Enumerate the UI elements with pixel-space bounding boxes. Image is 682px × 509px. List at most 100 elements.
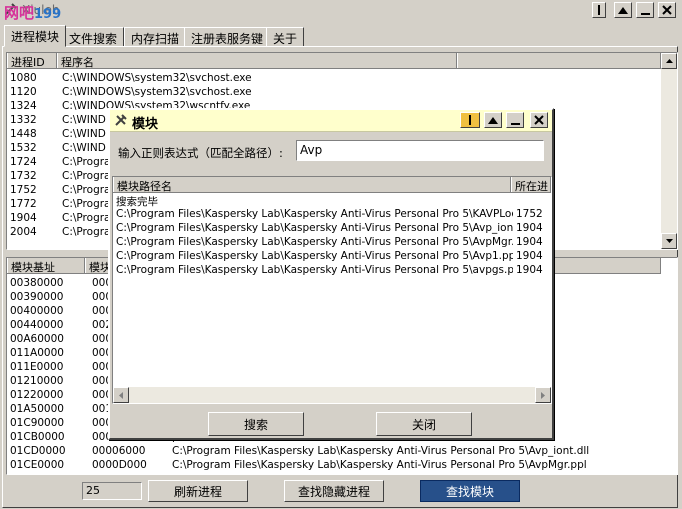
module-base: 01A50000: [10, 403, 64, 415]
module-base: 011E0000: [10, 361, 64, 373]
dialog-search-button[interactable]: 搜索: [208, 412, 304, 436]
regex-input-value: Avp: [300, 143, 323, 157]
tab-label: 内存扫描: [131, 32, 180, 46]
tab-file-search[interactable]: 文件搜索: [62, 27, 125, 47]
col-program-name[interactable]: 程序名: [57, 53, 457, 68]
module-base: 01CD0000: [10, 445, 66, 457]
result-module-path: C:\Program Files\Kaspersky Lab\Kaspersky…: [116, 236, 513, 248]
dialog-close-action-button[interactable]: 关闭: [376, 412, 472, 436]
main-restore-button[interactable]: [592, 2, 606, 18]
col-extra[interactable]: [457, 53, 661, 68]
process-id: 1772: [10, 198, 37, 210]
process-id: 1732: [10, 170, 37, 182]
result-process-id: 1904: [516, 250, 543, 262]
dialog-drop-button[interactable]: [460, 112, 480, 128]
col-module-path-name[interactable]: 模块路径名: [113, 177, 511, 192]
dialog-hscrollbar[interactable]: [113, 387, 551, 403]
process-id: 1120: [10, 86, 37, 98]
process-id: 1324: [10, 100, 37, 112]
result-row[interactable]: C:\Program Files\Kaspersky Lab\Kaspersky…: [113, 263, 551, 277]
main-title-bar: Xiuleh 网吧199: [0, 0, 682, 22]
program-name: C:\WINDOWS\system32\svchost.exe: [62, 72, 252, 84]
result-row[interactable]: C:\Program Files\Kaspersky Lab\Kaspersky…: [113, 221, 551, 235]
result-module-path: C:\Program Files\Kaspersky Lab\Kaspersky…: [116, 250, 513, 262]
find-hidden-process-button[interactable]: 查找隐藏进程: [284, 480, 384, 502]
tab-process-module[interactable]: 进程模块: [4, 25, 67, 47]
module-row[interactable]: 01CE0000 0000D000 C:\Program Files\Kaspers…: [7, 458, 677, 472]
find-hidden-process-label: 查找隐藏进程: [297, 484, 370, 499]
process-count-field: 25: [82, 482, 142, 500]
tab-label: 关于: [273, 32, 298, 46]
module-base: 00A60000: [10, 333, 64, 345]
dialog-close-button[interactable]: [530, 112, 548, 128]
process-count: 25: [86, 484, 100, 497]
module-base: 01210000: [10, 375, 64, 387]
module-size: 00006000: [92, 445, 146, 457]
scroll-left-button[interactable]: [113, 387, 129, 403]
scroll-right-button[interactable]: [535, 387, 551, 403]
tab-label: 注册表服务键: [191, 32, 264, 46]
process-id: 1724: [10, 156, 37, 168]
process-list-scrollbar[interactable]: [661, 53, 677, 249]
module-path: C:\Program Files\Kaspersky Lab\Kaspersky…: [172, 445, 590, 457]
module-base: 00390000: [10, 291, 64, 303]
refresh-process-button[interactable]: 刷新进程: [148, 480, 248, 502]
col-module-base[interactable]: 模块基址: [7, 258, 85, 273]
process-id: 1448: [10, 128, 37, 140]
program-name: C:\WINDOWS\system32\svchost.exe: [62, 86, 252, 98]
process-id: 1532: [10, 142, 37, 154]
watermark-digits: 199: [34, 7, 62, 22]
process-id: 1752: [10, 184, 37, 196]
refresh-process-label: 刷新进程: [173, 484, 222, 499]
result-process-id: 1752: [516, 208, 543, 220]
dialog-title: 模块: [132, 117, 159, 132]
tab-registry-service[interactable]: 注册表服务键: [184, 27, 271, 47]
dialog-result-list[interactable]: 模块路径名 所在进 搜索完毕 C:\Program Files\Kaspersk…: [112, 176, 552, 404]
process-id: 2004: [10, 226, 37, 238]
dialog-rows: C:\Program Files\Kaspersky Lab\Kaspersky…: [113, 207, 551, 277]
process-id: 1080: [10, 72, 37, 84]
main-maximize-button[interactable]: [614, 2, 632, 18]
find-module-label: 查找模块: [445, 484, 494, 499]
regex-input[interactable]: Avp: [296, 140, 544, 161]
result-process-id: 1904: [516, 264, 543, 276]
result-row[interactable]: C:\Program Files\Kaspersky Lab\Kaspersky…: [113, 207, 551, 221]
search-status: 搜索完毕: [116, 196, 158, 207]
dialog-close-label: 关闭: [411, 417, 436, 432]
module-row[interactable]: 01CD0000 00006000 C:\Program Files\Kaspers…: [7, 444, 677, 458]
module-base: 011A0000: [10, 347, 64, 359]
module-base: 01CE0000: [10, 459, 65, 471]
dialog-list-header: 模块路径名 所在进: [113, 177, 551, 193]
dialog-minimize-button[interactable]: [506, 112, 524, 128]
result-row[interactable]: C:\Program Files\Kaspersky Lab\Kaspersky…: [113, 249, 551, 263]
result-row[interactable]: C:\Program Files\Kaspersky Lab\Kaspersky…: [113, 235, 551, 249]
col-owner-process[interactable]: 所在进: [511, 177, 551, 192]
dialog-title-bar: 模块: [110, 110, 552, 132]
tab-label: 文件搜索: [69, 32, 118, 46]
find-module-button[interactable]: 查找模块: [420, 480, 520, 502]
dialog-maximize-button[interactable]: [484, 112, 502, 128]
module-size: 0000D000: [92, 459, 147, 471]
scroll-up-button[interactable]: [661, 53, 677, 69]
module-path: C:\Program Files\Kaspersky Lab\Kaspersky…: [172, 459, 587, 471]
module-base: 00440000: [10, 319, 64, 331]
tab-about[interactable]: 关于: [266, 27, 305, 47]
watermark-logo: 网吧199: [4, 2, 61, 23]
process-row[interactable]: 1120 C:\WINDOWS\system32\svchost.exe: [7, 85, 677, 99]
dialog-status-row: 搜索完毕: [113, 193, 551, 207]
tab-memory-scan[interactable]: 内存扫描: [124, 27, 187, 47]
process-row[interactable]: 1080 C:\WINDOWS\system32\svchost.exe: [7, 71, 677, 85]
tab-label: 进程模块: [11, 30, 60, 44]
module-base: 01220000: [10, 389, 64, 401]
regex-label: 输入正则表达式（匹配全路径）:: [118, 146, 283, 160]
col-process-id[interactable]: 进程ID: [7, 53, 57, 68]
main-close-button[interactable]: [658, 2, 676, 18]
result-module-path: C:\Program Files\Kaspersky Lab\Kaspersky…: [116, 208, 513, 220]
dialog-search-label: 搜索: [243, 417, 268, 432]
process-id: 1332: [10, 114, 37, 126]
main-minimize-button[interactable]: [636, 2, 654, 18]
scroll-down-button[interactable]: [661, 233, 677, 249]
result-module-path: C:\Program Files\Kaspersky Lab\Kaspersky…: [116, 264, 513, 276]
result-process-id: 1904: [516, 236, 543, 248]
watermark-text: 网吧: [4, 4, 35, 22]
